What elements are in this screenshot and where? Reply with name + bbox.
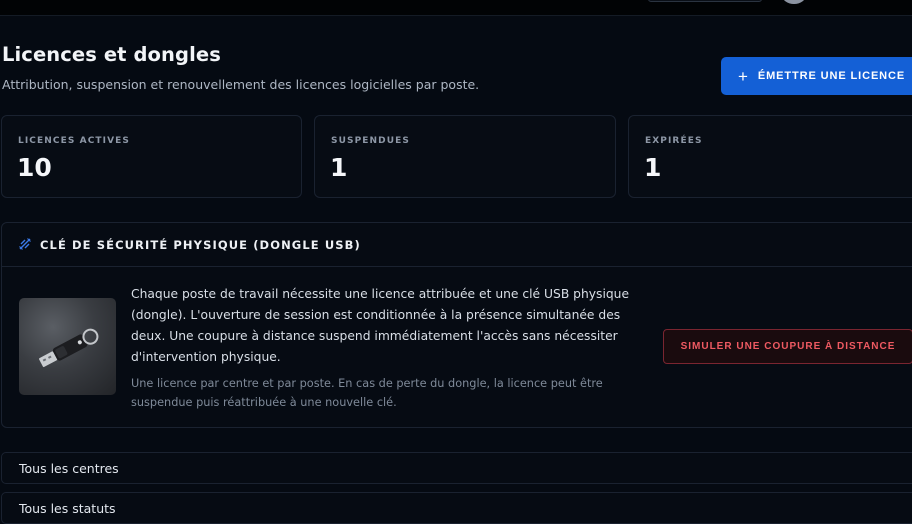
stat-label: LICENCES ACTIVES — [18, 136, 130, 146]
dongle-card-header: CLÉ DE SÉCURITÉ PHYSIQUE (DONGLE USB) — [2, 223, 912, 267]
dongle-description: Chaque poste de travail nécessite une li… — [131, 287, 630, 364]
dongle-card: CLÉ DE SÉCURITÉ PHYSIQUE (DONGLE USB) Ch… — [1, 222, 912, 428]
stat-label: SUSPENDUES — [331, 136, 410, 146]
stat-card-suspended: SUSPENDUES 1 — [314, 115, 616, 198]
status-filter-select[interactable]: Tous les statuts — [1, 492, 912, 524]
top-bar-control[interactable] — [648, 0, 762, 2]
plus-icon: + — [738, 66, 749, 86]
usb-dongle-photo — [19, 298, 116, 395]
dongle-note: Une licence par centre et par poste. En … — [131, 377, 603, 409]
issue-license-button[interactable]: + ÉMETTRE UNE LICENCE — [721, 57, 912, 95]
dongle-card-title: CLÉ DE SÉCURITÉ PHYSIQUE (DONGLE USB) — [40, 238, 361, 252]
simulate-remote-cutoff-button[interactable]: SIMULER UNE COUPURE À DISTANCE — [663, 329, 912, 364]
stat-card-active: LICENCES ACTIVES 10 — [1, 115, 302, 198]
issue-license-button-label: ÉMETTRE UNE LICENCE — [757, 70, 906, 82]
page-subtitle: Attribution, suspension et renouvellemen… — [2, 77, 480, 92]
stat-value: 1 — [330, 153, 348, 182]
stat-value: 1 — [644, 153, 662, 182]
stat-label: EXPIRÉES — [645, 136, 703, 146]
center-filter-select[interactable]: Tous les centres — [1, 452, 912, 484]
avatar[interactable] — [782, 0, 806, 4]
page-title: Licences et dongles — [2, 43, 221, 66]
top-bar — [0, 0, 912, 16]
usb-link-icon — [19, 238, 31, 250]
stat-value: 10 — [17, 153, 52, 182]
stat-card-expired: EXPIRÉES 1 — [628, 115, 912, 198]
